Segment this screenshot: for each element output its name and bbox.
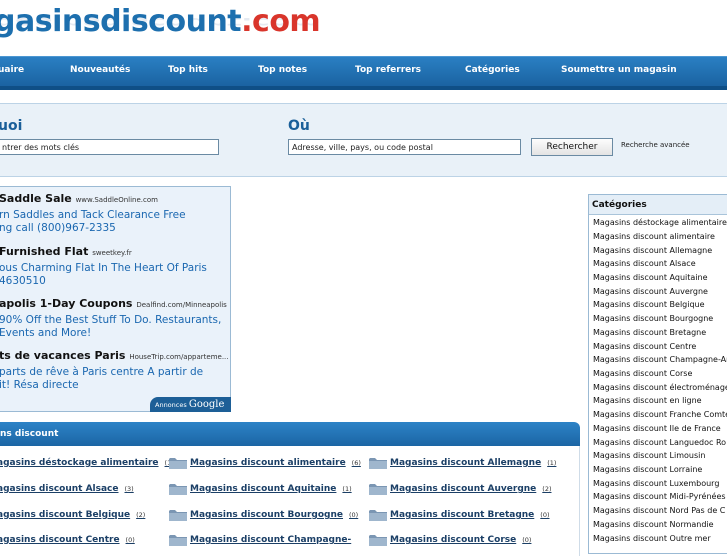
- nav-nouveautes[interactable]: Nouveautés: [70, 56, 130, 86]
- sidebar-item[interactable]: Magasins discount Allemagne: [593, 246, 712, 255]
- ad-desc: 90% Off the Best Stuff To Do. Restaurant…: [0, 314, 222, 326]
- sidebar-item[interactable]: Magasins discount Centre: [593, 342, 696, 351]
- sidebar-title: Catégories: [589, 195, 727, 215]
- ad-title[interactable]: Furnished Flat sweetkey.fr: [0, 245, 132, 258]
- nav-top-referrers[interactable]: Top referrers: [355, 56, 421, 86]
- category-link[interactable]: agasins discount Belgique (2): [0, 510, 145, 520]
- search-button[interactable]: Rechercher: [531, 138, 613, 156]
- ad-title[interactable]: Saddle Sale www.SaddleOnline.com: [0, 192, 158, 205]
- sidebar-item[interactable]: Magasins discount Bourgogne: [593, 314, 713, 323]
- folder-icon: [369, 510, 387, 521]
- category-link[interactable]: agasins déstockage alimentaire(1): [0, 458, 174, 468]
- sidebar-item[interactable]: Magasins discount Limousin: [593, 451, 705, 460]
- nav-soumettre[interactable]: Soumettre un magasin: [561, 56, 677, 86]
- category-link[interactable]: agasins discount Centre (0): [0, 535, 135, 545]
- logo-text-tld: .com: [241, 4, 321, 39]
- sidebar-item[interactable]: Magasins discount Midi-Pyrénées: [593, 492, 726, 501]
- sidebar-item[interactable]: Magasins discount Bretagne: [593, 328, 706, 337]
- advanced-search-link[interactable]: Recherche avancée: [621, 141, 690, 149]
- ad-desc: ng call (800)967-2335: [0, 222, 116, 234]
- sidebar-item[interactable]: Magasins discount Ile de France: [593, 424, 721, 433]
- folder-icon: [169, 458, 187, 469]
- logo-text-main: gasinsdiscount: [0, 4, 242, 39]
- nav-annuaire[interactable]: uaire: [0, 56, 24, 86]
- search-what-label: uoi: [0, 118, 23, 134]
- ad-desc: parts de rêve à Paris centre A partir de: [0, 366, 204, 378]
- sidebar-item[interactable]: Magasins discount Alsace: [593, 259, 696, 268]
- ad-url: Dealfind.com/Minneapolis: [136, 301, 227, 309]
- ad-url: HouseTrip.com/apparteme...: [129, 353, 229, 361]
- ad-desc: 4630510: [0, 275, 46, 287]
- nav-top-hits[interactable]: Top hits: [168, 56, 208, 86]
- sidebar-item[interactable]: Magasins discount Normandie: [593, 520, 714, 529]
- category-link[interactable]: Magasins discount Champagne-: [190, 535, 357, 545]
- ad-desc: it! Résa directe: [0, 379, 79, 391]
- category-link[interactable]: Magasins discount Aquitaine (1): [190, 484, 352, 494]
- sidebar-item[interactable]: Magasins discount Languedoc Ro: [593, 438, 726, 447]
- category-link[interactable]: Magasins discount Bretagne (0): [390, 510, 550, 520]
- sidebar-item[interactable]: Magasins discount Champagne-Ar: [593, 355, 727, 364]
- section-header: ns discount: [0, 422, 580, 446]
- sidebar-item[interactable]: Magasins discount Lorraine: [593, 465, 702, 474]
- ad-desc: Events and More!: [0, 327, 92, 339]
- folder-icon: [369, 484, 387, 495]
- nav-top-notes[interactable]: Top notes: [258, 56, 307, 86]
- ad-url: sweetkey.fr: [92, 249, 132, 257]
- search-what-input[interactable]: ntrer des mots clés: [0, 139, 219, 155]
- search-where-label: Où: [288, 118, 310, 134]
- category-link[interactable]: Magasins discount Auvergne (2): [390, 484, 552, 494]
- folder-icon: [169, 510, 187, 521]
- sidebar-item[interactable]: Magasins discount Auvergne: [593, 287, 708, 296]
- ad-desc: rn Saddles and Tack Clearance Free: [0, 209, 186, 221]
- sidebar-item[interactable]: Magasins discount Nord Pas de C: [593, 506, 725, 515]
- google-logo: Google: [188, 399, 225, 410]
- category-link[interactable]: Magasins discount Allemagne (1): [390, 458, 556, 468]
- folder-icon: [169, 535, 187, 546]
- category-link[interactable]: Magasins discount Corse (0): [390, 535, 531, 545]
- nav-categories[interactable]: Catégories: [465, 56, 520, 86]
- site-logo[interactable]: gasinsdiscount.com: [0, 4, 321, 39]
- sidebar-item[interactable]: Magasins déstockage alimentaire: [593, 218, 727, 227]
- sidebar-item[interactable]: Magasins discount Aquitaine: [593, 273, 708, 282]
- ad-title[interactable]: apolis 1-Day Coupons Dealfind.com/Minnea…: [0, 297, 227, 310]
- sidebar-item[interactable]: Magasins discount alimentaire: [593, 232, 715, 241]
- sidebar-item[interactable]: Magasins discount électroménage: [593, 383, 727, 392]
- category-link[interactable]: Magasins discount Bourgogne (0): [190, 510, 358, 520]
- sidebar-item[interactable]: Magasins discount Luxembourg: [593, 479, 719, 488]
- category-link[interactable]: Magasins discount alimentaire (6): [190, 458, 361, 468]
- sidebar-item[interactable]: Magasins discount Corse: [593, 369, 692, 378]
- ad-title[interactable]: ts de vacances Paris HouseTrip.com/appar…: [0, 349, 229, 362]
- google-ads-badge[interactable]: Annonces Google: [150, 397, 231, 412]
- sidebar-item[interactable]: Magasins discount Outre mer: [593, 534, 711, 543]
- folder-icon: [369, 535, 387, 546]
- search-where-input[interactable]: Adresse, ville, pays, ou code postal: [288, 139, 521, 155]
- folder-icon: [169, 484, 187, 495]
- ad-url: www.SaddleOnline.com: [75, 196, 158, 204]
- sidebar-item[interactable]: Magasins discount Franche Comte: [593, 410, 727, 419]
- sidebar-item[interactable]: Magasins discount en ligne: [593, 396, 702, 405]
- folder-icon: [369, 458, 387, 469]
- ad-desc: ous Charming Flat In The Heart Of Paris: [0, 262, 207, 274]
- nav-divider: [0, 86, 727, 90]
- sidebar-item[interactable]: Magasins discount Belgique: [593, 300, 705, 309]
- category-link[interactable]: agasins discount Alsace (3): [0, 484, 134, 494]
